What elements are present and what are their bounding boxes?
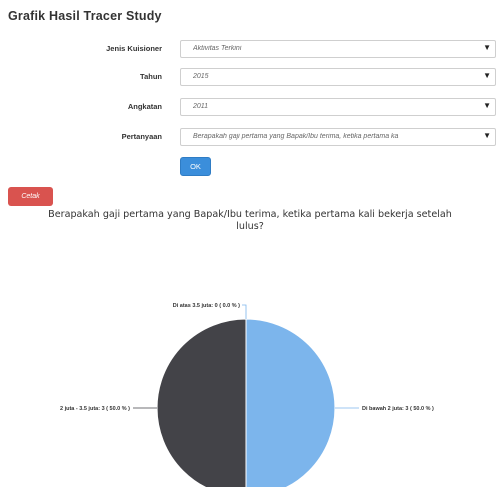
pie-chart: Di atas 3.5 juta: 0 ( 0.0 % ) Di bawah 2 …	[60, 303, 434, 487]
cohort-value: 2011	[193, 103, 209, 110]
year-select[interactable]: 2015 ▼	[180, 68, 496, 86]
pie-slice[interactable]	[245, 318, 336, 487]
year-row: Tahun 2015 ▼	[0, 68, 499, 88]
chart-title: Berapakah gaji pertama yang Bapak/Ibu te…	[48, 209, 452, 232]
pie-connector	[242, 304, 247, 319]
chevron-down-icon: ▼	[483, 101, 491, 110]
cohort-label: Angkatan	[127, 102, 162, 111]
chevron-down-icon: ▼	[483, 43, 491, 52]
pie-slice[interactable]	[156, 318, 247, 487]
cohort-row: Angkatan 2011 ▼	[0, 98, 499, 118]
year-value: 2015	[193, 73, 209, 80]
year-label: Tahun	[140, 72, 162, 81]
question-label: Pertanyaan	[121, 132, 162, 141]
pie-slice-label: Di bawah 2 juta: 3 ( 50.0 % )	[362, 406, 434, 412]
pie-slices	[156, 318, 336, 487]
chevron-down-icon: ▼	[483, 71, 491, 80]
questionnaire-type-select[interactable]: Aktivitas Terkini ▼	[180, 40, 496, 58]
page-title: Grafik Hasil Tracer Study	[8, 9, 162, 23]
ok-button[interactable]: OK	[180, 157, 211, 176]
print-button[interactable]: Cetak	[8, 187, 53, 206]
pie-slice-label: Di atas 3.5 juta: 0 ( 0.0 % )	[173, 303, 240, 309]
questionnaire-type-row: Jenis Kuisioner Aktivitas Terkini ▼	[0, 40, 499, 60]
pie-slice-label: 2 juta - 3.5 juta: 3 ( 50.0 % )	[60, 406, 130, 412]
question-value: Berapakah gaji pertama yang Bapak/Ibu te…	[193, 133, 399, 140]
questionnaire-type-value: Aktivitas Terkini	[193, 45, 242, 52]
chevron-down-icon: ▼	[483, 131, 491, 140]
cohort-select[interactable]: 2011 ▼	[180, 98, 496, 116]
question-select[interactable]: Berapakah gaji pertama yang Bapak/Ibu te…	[180, 128, 496, 146]
question-row: Pertanyaan Berapakah gaji pertama yang B…	[0, 128, 499, 148]
questionnaire-type-label: Jenis Kuisioner	[106, 44, 162, 53]
